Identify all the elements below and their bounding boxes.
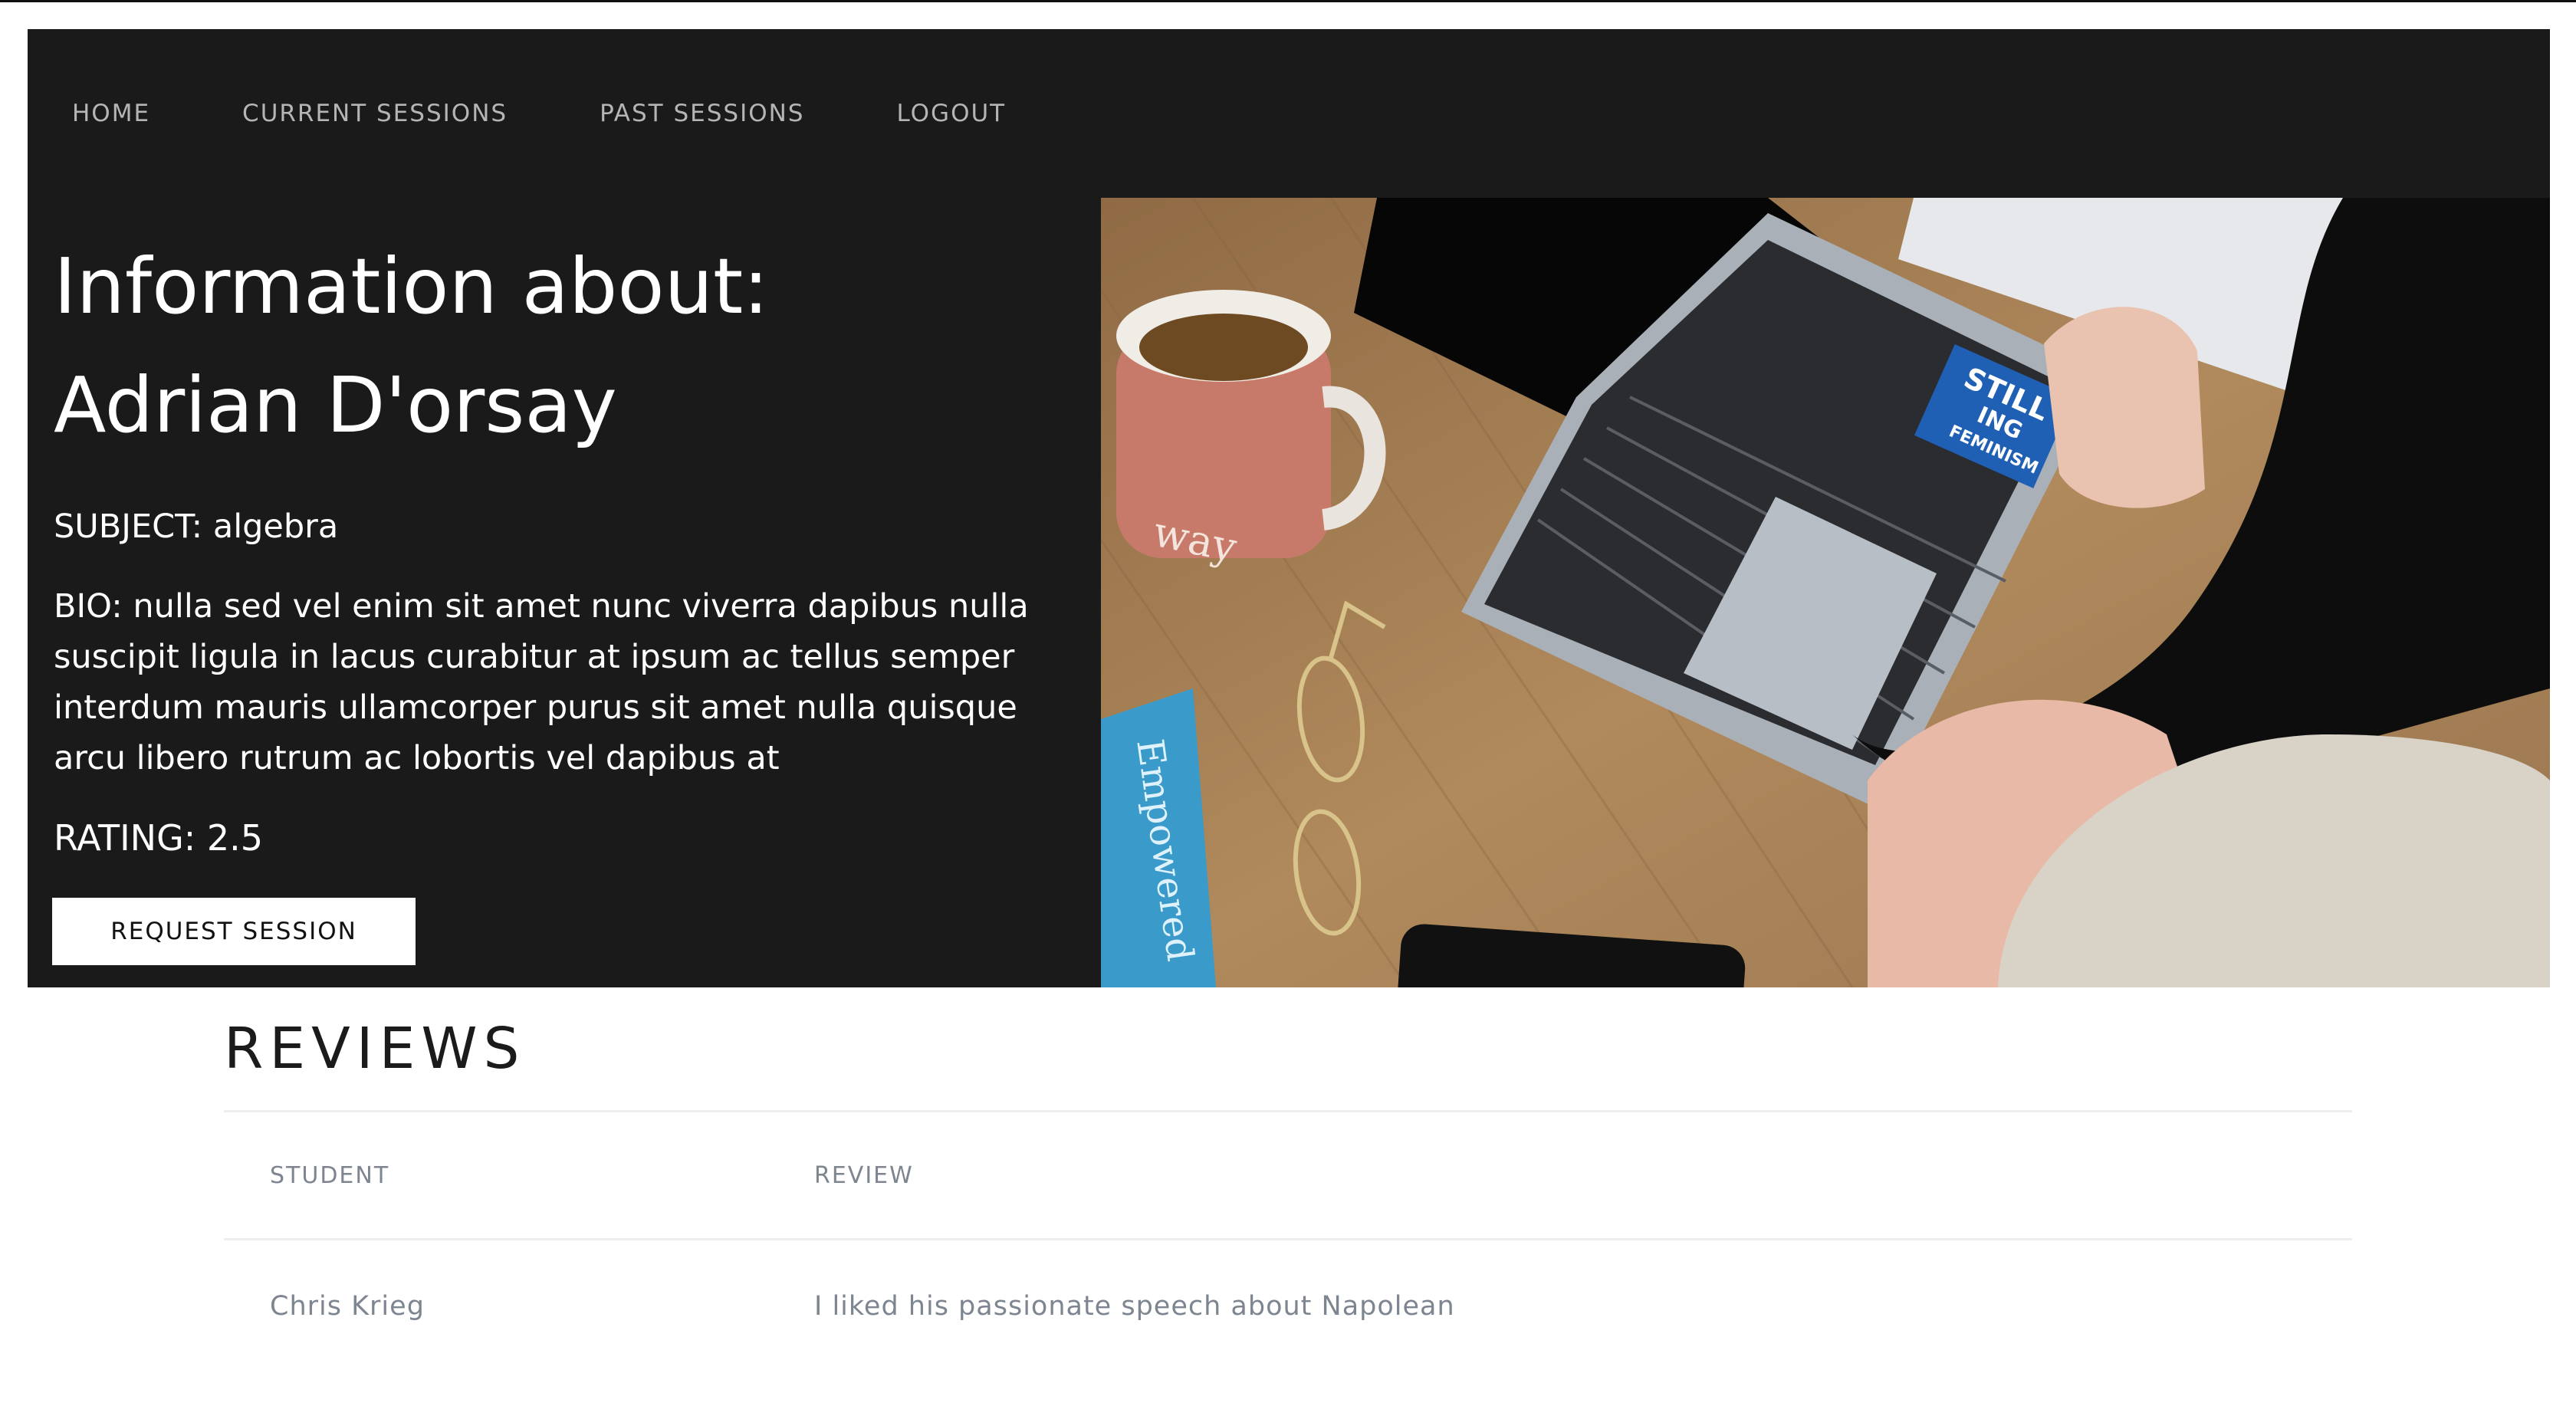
reviews-title: REVIEWS xyxy=(224,987,2352,1112)
tutor-subject: SUBJECT: algebra xyxy=(54,508,339,546)
review-text: I liked his passionate speech about Napo… xyxy=(814,1291,1455,1322)
column-header-student: STUDENT xyxy=(224,1112,768,1240)
top-nav: HOME CURRENT SESSIONS PAST SESSIONS LOGO… xyxy=(28,29,2550,198)
hero-photo: STILL ING FEMINISM way Empowered xyxy=(1101,198,2550,987)
nav-current-sessions[interactable]: CURRENT SESSIONS xyxy=(242,100,508,127)
top-border xyxy=(0,0,2576,2)
tutor-info: Information about: Adrian D'orsay SUBJEC… xyxy=(54,198,1096,863)
review-student-name: Chris Krieg xyxy=(270,1291,425,1322)
request-session-button[interactable]: REQUEST SESSION xyxy=(52,898,416,965)
tutor-bio: BIO: nulla sed vel enim sit amet nunc vi… xyxy=(54,587,1029,777)
nav-past-sessions[interactable]: PAST SESSIONS xyxy=(600,100,804,127)
tutor-name: Adrian D'orsay xyxy=(54,360,617,450)
table-row: Chris Krieg I liked his passionate speec… xyxy=(224,1240,2352,1373)
page-title: Information about: Adrian D'orsay xyxy=(54,227,1096,465)
tutor-rating: RATING: 2.5 xyxy=(54,817,263,859)
reviews-section: REVIEWS STUDENT REVIEW Chris Krieg I lik… xyxy=(224,987,2352,1372)
table-header-row: STUDENT REVIEW xyxy=(224,1112,2352,1240)
desk-laptop-photo: STILL ING FEMINISM way Empowered xyxy=(1101,198,2550,987)
column-header-review: REVIEW xyxy=(768,1112,2352,1240)
title-line-1: Information about: xyxy=(54,241,769,331)
nav-logout[interactable]: LOGOUT xyxy=(896,100,1006,127)
nav-home[interactable]: HOME xyxy=(72,100,150,127)
hero-section: HOME CURRENT SESSIONS PAST SESSIONS LOGO… xyxy=(28,29,2550,987)
reviews-table: STUDENT REVIEW Chris Krieg I liked his p… xyxy=(224,1112,2352,1372)
